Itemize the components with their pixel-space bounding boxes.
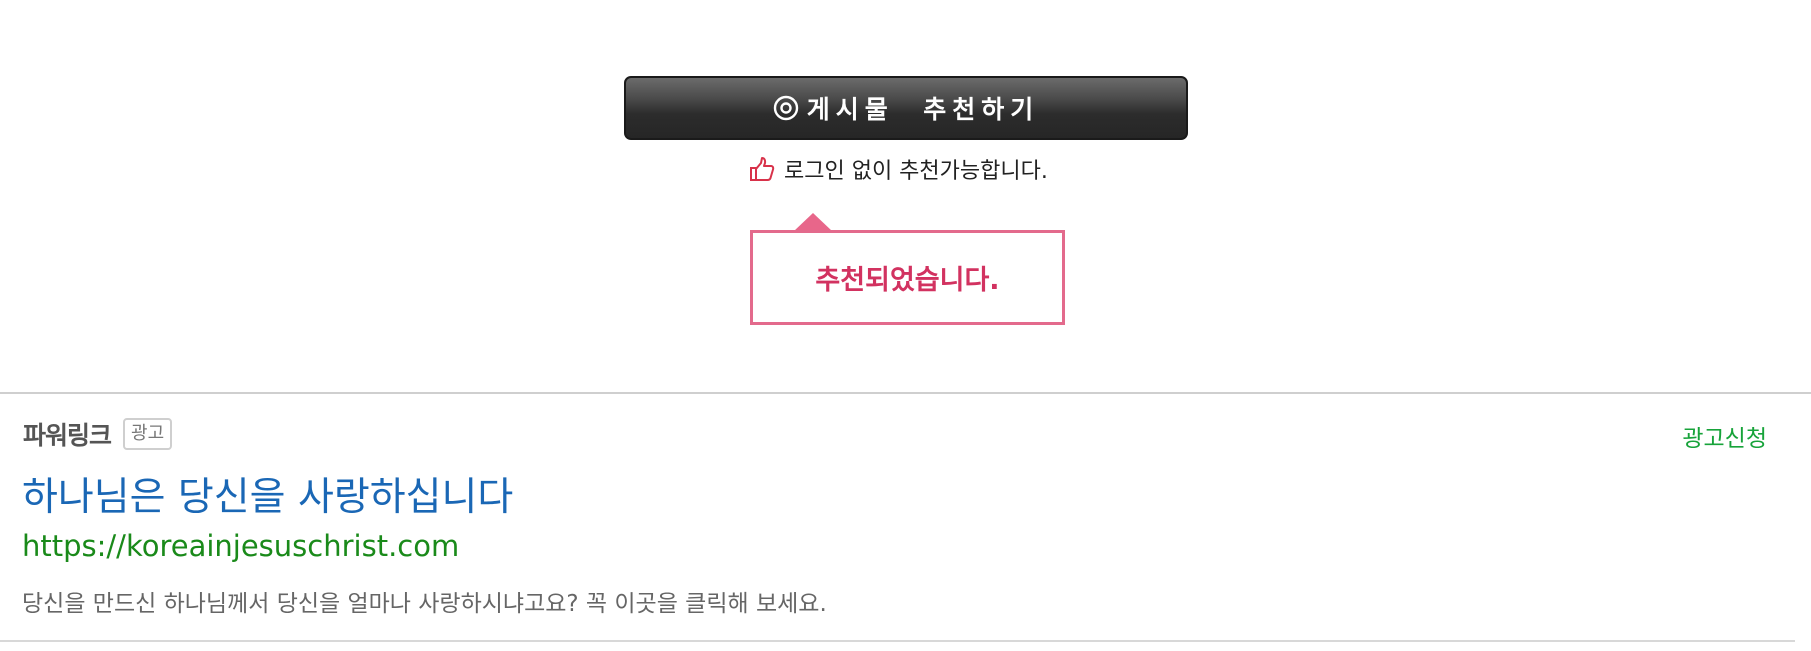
section-divider-top [0, 392, 1811, 394]
ad-badge: 광고 [123, 418, 173, 450]
recommend-confirmation-tooltip: 추천되었습니다. [750, 230, 1065, 325]
recommend-button-content: 게시물 추천하기 [773, 90, 1039, 126]
recommend-post-button[interactable]: 게시물 추천하기 [624, 76, 1188, 140]
thumbs-up-icon [750, 157, 775, 181]
confirmation-message: 추천되었습니다. [815, 265, 1000, 296]
ad-url-link[interactable]: https://koreainjesuschrist.com [22, 529, 459, 563]
tooltip-arrow [794, 213, 832, 231]
ad-description: 당신을 만드신 하나님께서 당신을 얼마나 사랑하시냐고요? 꼭 이곳을 클릭해… [22, 591, 827, 617]
target-circle-icon [773, 95, 798, 121]
recommend-hint: 로그인 없이 추천가능합니다. [748, 152, 1048, 186]
ad-title-link[interactable]: 하나님은 당신을 사랑하십니다 [22, 466, 513, 522]
powerlink-header: 파워링크 광고 [23, 416, 173, 452]
page: 게시물 추천하기 로그인 없이 추천가능합니다. 추천되었습니다. 파워링크 광… [0, 0, 1811, 651]
section-divider-bottom [0, 640, 1795, 642]
recommend-button-label: 게시물 추천하기 [806, 95, 1040, 124]
recommend-hint-text: 로그인 없이 추천가능합니다. [784, 159, 1048, 184]
powerlink-title: 파워링크 [23, 421, 112, 450]
ad-apply-link[interactable]: 광고신청 [1682, 419, 1767, 453]
